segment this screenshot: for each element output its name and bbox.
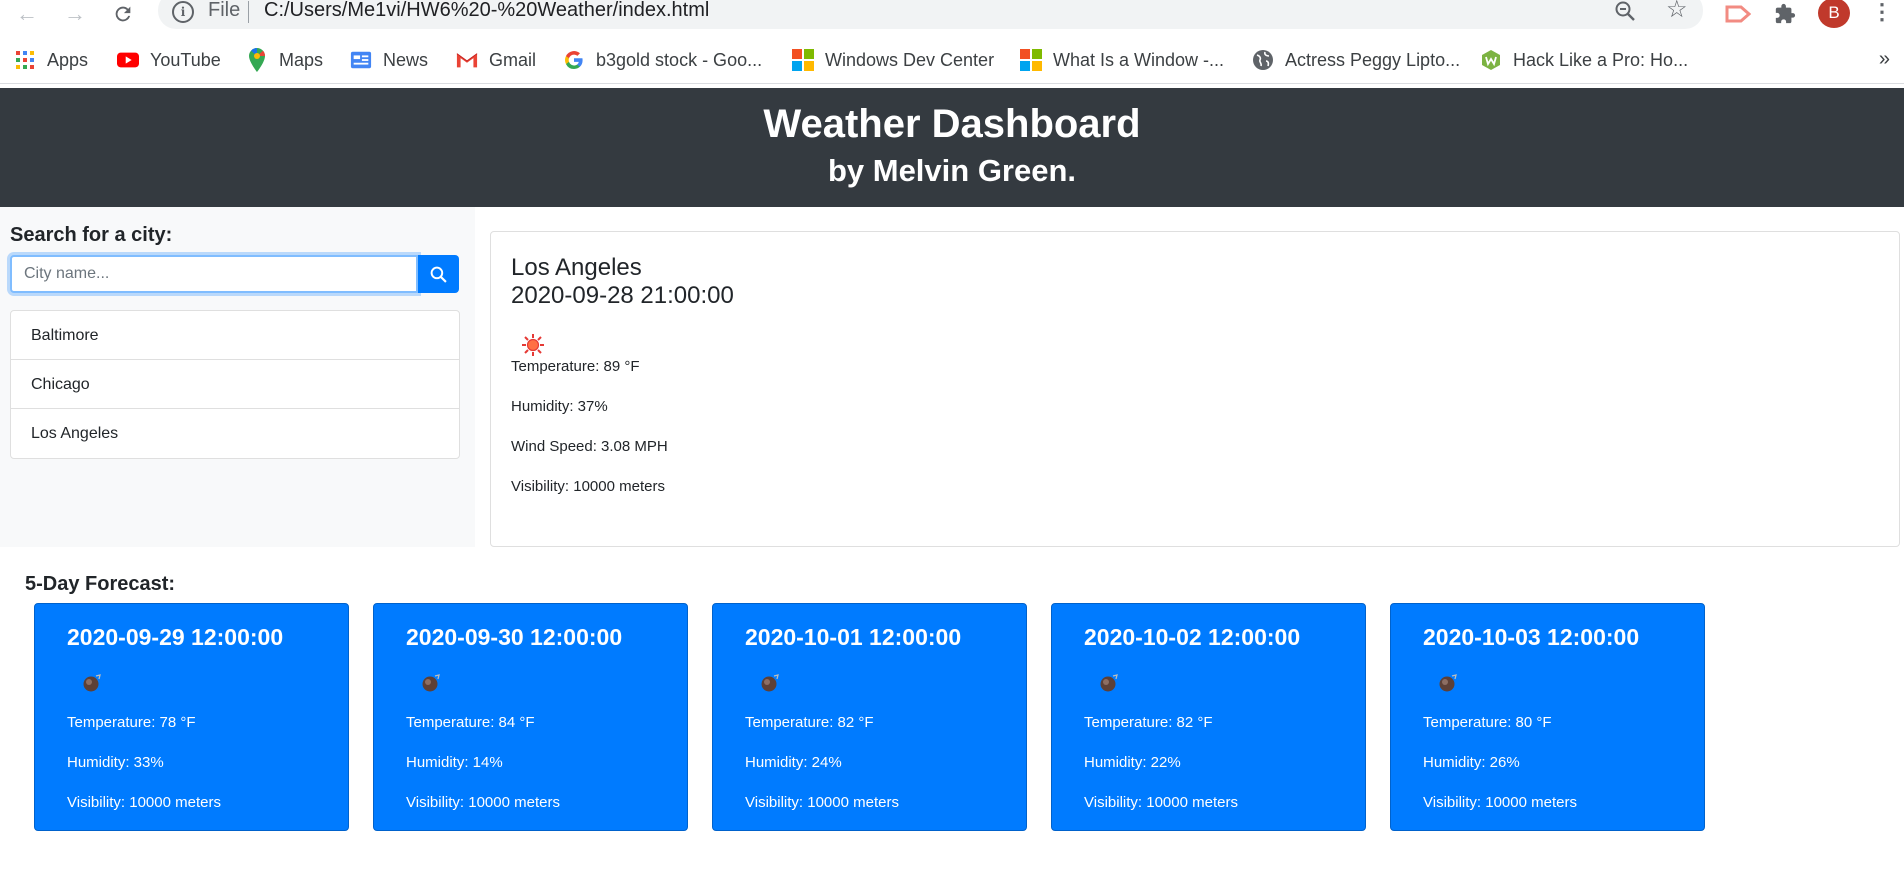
forecast-date: 2020-10-01 12:00:00 bbox=[745, 624, 962, 650]
cast-extension-icon[interactable] bbox=[1723, 0, 1753, 28]
forecast-title: 5-Day Forecast: bbox=[25, 573, 176, 595]
forecast-date: 2020-09-30 12:00:00 bbox=[406, 624, 623, 650]
city-history-list: Baltimore Chicago Los Angeles bbox=[10, 310, 460, 459]
profile-avatar[interactable]: B bbox=[1818, 0, 1850, 28]
forecast-humidity: Humidity: 24% bbox=[745, 754, 842, 771]
bookmark-gmail[interactable]: Gmail bbox=[456, 48, 536, 72]
back-arrow-icon[interactable]: ← bbox=[12, 0, 42, 28]
extensions-puzzle-icon[interactable] bbox=[1770, 0, 1800, 28]
forecast-date: 2020-09-29 12:00:00 bbox=[67, 624, 284, 650]
maps-pin-icon bbox=[246, 48, 268, 72]
bookmark-label: Gmail bbox=[489, 49, 537, 70]
address-bar[interactable]: i File C:/Users/Me1vi/HW6%20-%20Weather/… bbox=[158, 0, 1703, 29]
page-header: Weather Dashboard by Melvin Green. bbox=[0, 88, 1904, 207]
forecast-card: 2020-09-30 12:00:00 Temperature: 84 °F H… bbox=[373, 603, 688, 831]
forecast-humidity: Humidity: 33% bbox=[67, 754, 164, 771]
weather-icon bbox=[1438, 673, 1458, 693]
bookmark-google-search[interactable]: b3gold stock - Goo... bbox=[563, 48, 762, 72]
search-button[interactable] bbox=[418, 255, 459, 293]
forecast-visibility: Visibility: 10000 meters bbox=[406, 794, 560, 811]
bookmark-what-is-a-window[interactable]: What Is a Window -... bbox=[1020, 48, 1224, 72]
forecast-humidity: Humidity: 22% bbox=[1084, 754, 1181, 771]
current-city: Los Angeles bbox=[511, 254, 642, 281]
bookmark-news[interactable]: News bbox=[350, 48, 428, 72]
forecast-date: 2020-10-03 12:00:00 bbox=[1423, 624, 1640, 650]
bookmark-label: Hack Like a Pro: Ho... bbox=[1513, 49, 1689, 70]
forecast-card: 2020-10-02 12:00:00 Temperature: 82 °F H… bbox=[1051, 603, 1366, 831]
sun-icon bbox=[521, 333, 545, 357]
forecast-card: 2020-09-29 12:00:00 Temperature: 78 °F H… bbox=[34, 603, 349, 831]
forecast-temperature: Temperature: 78 °F bbox=[67, 714, 196, 731]
forecast-visibility: Visibility: 10000 meters bbox=[1084, 794, 1238, 811]
apps-grid-icon bbox=[14, 49, 36, 71]
bookmark-hack-like-a-pro[interactable]: Hack Like a Pro: Ho... bbox=[1480, 48, 1688, 72]
page-subtitle: by Melvin Green. bbox=[827, 153, 1077, 188]
current-datetime: 2020-09-28 21:00:00 bbox=[511, 282, 734, 309]
city-history-item[interactable]: Baltimore bbox=[11, 311, 459, 360]
forecast-temperature: Temperature: 84 °F bbox=[406, 714, 535, 731]
search-label: Search for a city: bbox=[10, 224, 173, 246]
gmail-icon bbox=[456, 49, 478, 71]
current-humidity: Humidity: 37% bbox=[511, 398, 608, 415]
bookmark-star-icon[interactable]: ☆ bbox=[1666, 0, 1688, 24]
url-text[interactable]: C:/Users/Me1vi/HW6%20-%20Weather/index.h… bbox=[264, 0, 709, 22]
forecast-temperature: Temperature: 80 °F bbox=[1423, 714, 1552, 731]
page-title: Weather Dashboard bbox=[763, 102, 1141, 146]
windows-logo-icon bbox=[792, 49, 814, 71]
forecast-card: 2020-10-03 12:00:00 Temperature: 80 °F H… bbox=[1390, 603, 1705, 831]
city-search-input[interactable] bbox=[10, 255, 418, 293]
globe-icon bbox=[1252, 49, 1274, 71]
search-sidebar: Search for a city: Baltimore Chicago Los… bbox=[0, 207, 475, 547]
address-separator bbox=[248, 1, 249, 23]
city-history-item[interactable]: Los Angeles bbox=[11, 409, 459, 458]
bookmark-youtube[interactable]: YouTube bbox=[117, 48, 221, 72]
weather-icon bbox=[760, 673, 780, 693]
bookmark-label: What Is a Window -... bbox=[1053, 49, 1225, 70]
forecast-temperature: Temperature: 82 °F bbox=[745, 714, 874, 731]
bookmark-label: Maps bbox=[279, 49, 324, 70]
search-icon bbox=[430, 266, 447, 283]
forward-arrow-icon[interactable]: → bbox=[60, 0, 90, 28]
current-weather-card: Los Angeles 2020-09-28 21:00:00 Temperat… bbox=[490, 231, 1900, 547]
bookmark-apps[interactable]: Apps bbox=[14, 48, 88, 72]
browser-menu-icon[interactable]: ⋮ bbox=[1870, 0, 1894, 28]
weather-icon bbox=[1099, 673, 1119, 693]
bookmark-actress-peggy[interactable]: Actress Peggy Lipto... bbox=[1252, 48, 1460, 72]
forecast-date: 2020-10-02 12:00:00 bbox=[1084, 624, 1301, 650]
bookmarks-bar: Apps YouTube Maps News Gmail b3gold stoc… bbox=[0, 38, 1904, 84]
reload-icon[interactable] bbox=[108, 0, 138, 28]
bookmark-windows-dev-center[interactable]: Windows Dev Center bbox=[792, 48, 994, 72]
bookmarks-overflow-button[interactable]: » bbox=[1879, 48, 1890, 71]
city-history-item[interactable]: Chicago bbox=[11, 360, 459, 409]
forecast-visibility: Visibility: 10000 meters bbox=[745, 794, 899, 811]
bookmark-label: Apps bbox=[47, 49, 89, 70]
bookmark-label: News bbox=[383, 49, 429, 70]
current-wind-speed: Wind Speed: 3.08 MPH bbox=[511, 438, 668, 455]
news-icon bbox=[350, 49, 372, 71]
zoom-out-icon[interactable] bbox=[1613, 0, 1637, 23]
bookmark-label: Windows Dev Center bbox=[825, 49, 995, 70]
youtube-icon bbox=[117, 49, 139, 71]
forecast-card: 2020-10-01 12:00:00 Temperature: 82 °F H… bbox=[712, 603, 1027, 831]
bookmark-label: b3gold stock - Goo... bbox=[596, 49, 763, 70]
forecast-humidity: Humidity: 14% bbox=[406, 754, 503, 771]
bookmark-label: YouTube bbox=[150, 49, 221, 70]
forecast-visibility: Visibility: 10000 meters bbox=[67, 794, 221, 811]
info-icon[interactable]: i bbox=[172, 1, 194, 23]
google-icon bbox=[563, 49, 585, 71]
windows-logo-icon bbox=[1020, 49, 1042, 71]
forecast-temperature: Temperature: 82 °F bbox=[1084, 714, 1213, 731]
weather-icon bbox=[82, 673, 102, 693]
current-temperature: Temperature: 89 °F bbox=[511, 358, 640, 375]
bookmark-label: Actress Peggy Lipto... bbox=[1285, 49, 1461, 70]
bookmark-maps[interactable]: Maps bbox=[246, 48, 323, 72]
forecast-humidity: Humidity: 26% bbox=[1423, 754, 1520, 771]
scheme-label: File bbox=[208, 0, 241, 21]
browser-toolbar: ← → i File C:/Users/Me1vi/HW6%20-%20Weat… bbox=[0, 0, 1904, 30]
wonderhowto-icon bbox=[1480, 49, 1502, 71]
forecast-visibility: Visibility: 10000 meters bbox=[1423, 794, 1577, 811]
current-visibility: Visibility: 10000 meters bbox=[511, 478, 665, 495]
weather-icon bbox=[421, 673, 441, 693]
